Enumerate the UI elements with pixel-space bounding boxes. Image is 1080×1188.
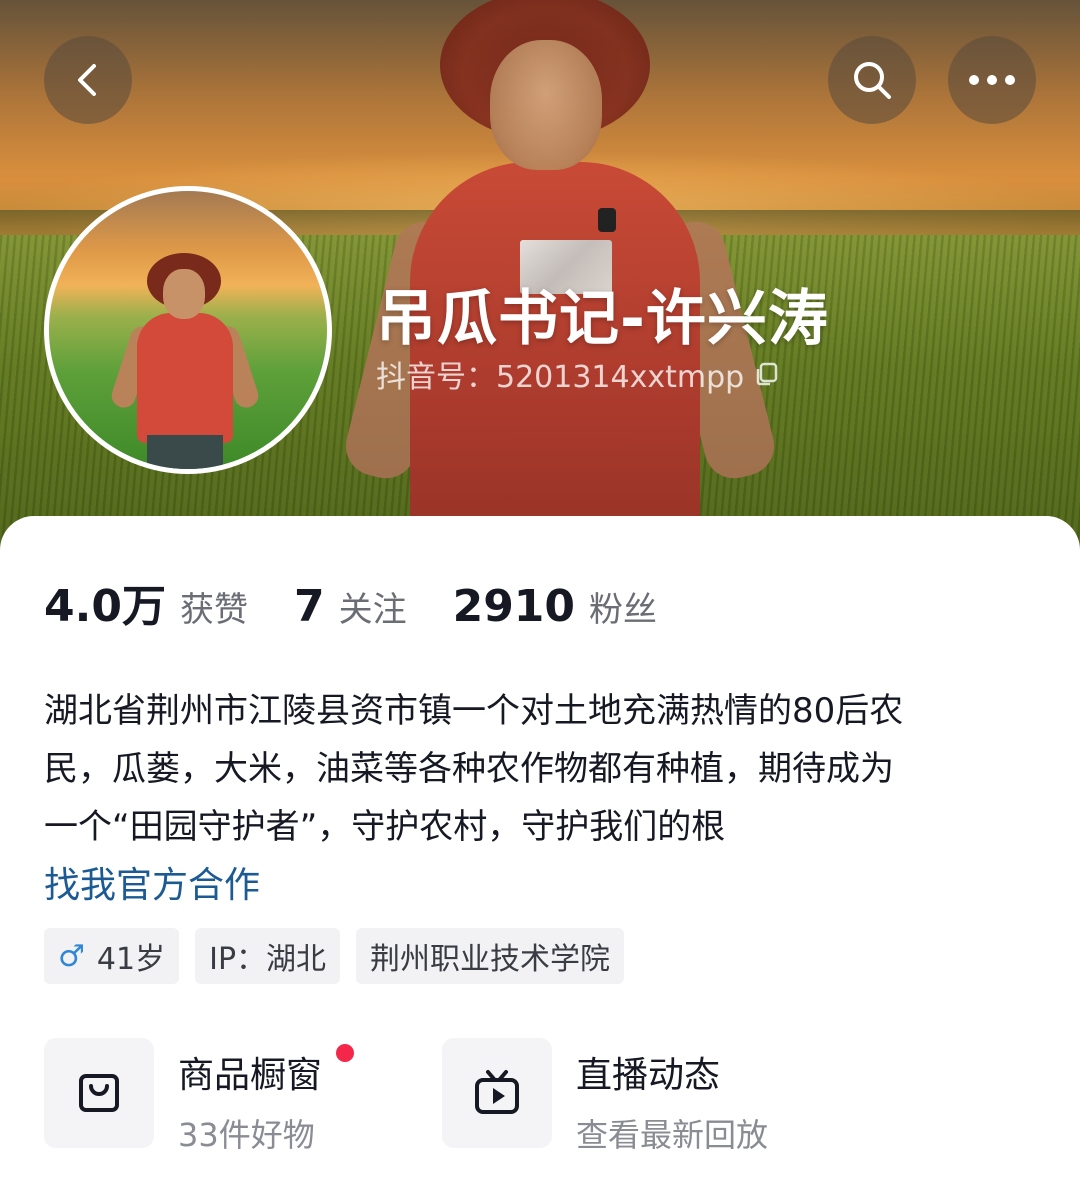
tv-play-icon	[475, 1070, 519, 1114]
likes-count: 4.0万	[44, 581, 166, 632]
stats-row: 4.0万 获赞 7 关注 2910 粉丝	[44, 570, 703, 634]
bio-line: 湖北省荆州市江陵县资市镇一个对土地充满热情的80后农	[44, 691, 904, 731]
age-tag: ♂ 41岁	[44, 928, 180, 984]
douyin-id[interactable]: 抖音号：5201314xxtmpp	[376, 352, 780, 396]
stat-following[interactable]: 7 关注	[294, 581, 407, 632]
shop-text: 商品橱窗 33件好物	[178, 1044, 354, 1156]
bio-line: 民，瓜蒌，大米，油菜等各种农作物都有种植，期待成为	[44, 749, 894, 789]
likes-label: 获赞	[179, 590, 248, 630]
search-button[interactable]	[828, 36, 916, 124]
douyin-id-text: 抖音号：5201314xxtmpp	[376, 360, 745, 395]
live-text: 直播动态 查看最新回放	[576, 1046, 768, 1156]
shop-icon-box	[44, 1038, 154, 1148]
shopping-bag-icon	[79, 1074, 119, 1112]
shop-window-entry[interactable]: 商品橱窗 33件好物	[44, 1038, 354, 1156]
bio-line: 一个“田园守护者”，守护农村，守护我们的根	[44, 807, 726, 847]
profile-bio: 湖北省荆州市江陵县资市镇一个对土地充满热情的80后农 民，瓜蒌，大米，油菜等各种…	[44, 682, 1044, 856]
following-label: 关注	[338, 590, 407, 630]
shop-subtitle: 33件好物	[178, 1116, 315, 1154]
copy-icon[interactable]	[754, 361, 780, 387]
live-entry[interactable]: 直播动态 查看最新回放	[442, 1038, 768, 1156]
stat-likes[interactable]: 4.0万 获赞	[44, 570, 248, 634]
search-icon	[854, 62, 891, 99]
live-icon-box	[442, 1038, 552, 1148]
age-text: 41岁	[96, 942, 166, 977]
live-subtitle: 查看最新回放	[576, 1116, 769, 1154]
profile-tags: ♂ 41岁 IP：湖北 荆州职业技术学院	[44, 928, 625, 984]
following-count: 7	[293, 581, 325, 632]
followers-label: 粉丝	[589, 590, 658, 630]
shop-title: 商品橱窗	[178, 1055, 323, 1096]
collaboration-link[interactable]: 找我官方合作	[44, 856, 260, 908]
profile-card: 4.0万 获赞 7 关注 2910 粉丝 湖北省荆州市江陵县资市镇一个对土地充满…	[0, 516, 1080, 1188]
stat-followers[interactable]: 2910 粉丝	[453, 581, 657, 632]
followers-count: 2910	[452, 581, 576, 632]
school-tag[interactable]: 荆州职业技术学院	[356, 928, 625, 984]
chevron-left-icon	[78, 64, 96, 96]
avatar[interactable]	[44, 186, 332, 474]
ip-tag: IP：湖北	[195, 928, 341, 984]
notification-dot	[336, 1044, 354, 1062]
live-title: 直播动态	[576, 1055, 721, 1096]
male-icon: ♂	[58, 938, 85, 974]
more-button[interactable]	[948, 36, 1036, 124]
profile-nickname: 吊瓜书记-许兴涛	[376, 284, 829, 354]
more-dots-icon	[969, 75, 1015, 85]
back-button[interactable]	[44, 36, 132, 124]
